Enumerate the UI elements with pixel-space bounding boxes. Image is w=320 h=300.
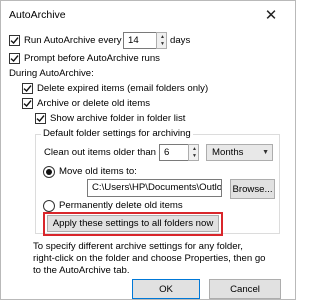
during-autoarchive-label: During AutoArchive: [9,68,94,79]
footer-text-line2: right-click on the folder and choose Pro… [33,253,266,264]
prompt-before-checkbox[interactable] [9,53,20,64]
archive-path-input[interactable]: C:\Users\HP\Documents\Outlook File [87,179,222,197]
checkmark-icon [23,85,32,93]
radio-dot-icon [46,169,52,175]
permanently-delete-radio[interactable] [43,200,55,212]
archive-or-delete-checkbox[interactable] [22,98,33,109]
checkmark-icon [36,115,45,123]
run-every-spinner[interactable]: ▲ ▼ [156,32,167,49]
days-unit-label: days [170,35,191,46]
checkmark-icon [10,37,19,45]
group-legend: Default folder settings for archiving [41,128,193,139]
archive-or-delete-label: Archive or delete old items [37,98,151,109]
close-icon[interactable]: ✕ [255,5,287,25]
clean-out-label: Clean out items older than [44,147,156,158]
checkmark-icon [23,100,32,108]
cancel-button[interactable]: Cancel [209,279,281,299]
run-every-days-input[interactable]: 14 [123,32,157,49]
clean-out-spinner[interactable]: ▲ ▼ [188,144,199,161]
footer-text-line3: to the AutoArchive tab. [33,265,130,276]
delete-expired-checkbox[interactable] [22,83,33,94]
prompt-before-label: Prompt before AutoArchive runs [24,53,160,64]
checkmark-icon [10,55,19,63]
clean-out-input[interactable]: 6 [159,144,189,161]
chevron-down-icon: ▼ [262,149,269,156]
footer-text-line1: To specify different archive settings fo… [33,241,243,252]
show-archive-folder-checkbox[interactable] [35,113,46,124]
period-selected-value: Months [212,147,244,158]
ok-button[interactable]: OK [132,279,200,299]
title-bar: AutoArchive ✕ [1,1,295,29]
permanently-delete-label: Permanently delete old items [59,200,183,211]
autoarchive-dialog: AutoArchive ✕ Run AutoArchive every 14 ▲… [0,0,296,300]
delete-expired-label: Delete expired items (email folders only… [37,83,209,94]
chevron-down-icon[interactable]: ▼ [190,152,199,160]
move-old-items-radio[interactable] [43,166,55,178]
dialog-title: AutoArchive [9,9,66,21]
show-archive-folder-label: Show archive folder in folder list [50,113,186,124]
period-select[interactable]: Months ▼ [206,144,273,161]
run-autoarchive-checkbox[interactable] [9,35,20,46]
move-old-items-label: Move old items to: [59,166,137,177]
chevron-down-icon[interactable]: ▼ [158,40,167,48]
run-autoarchive-label: Run AutoArchive every [24,35,122,46]
highlight-box [43,212,223,236]
browse-button[interactable]: Browse... [230,179,275,199]
